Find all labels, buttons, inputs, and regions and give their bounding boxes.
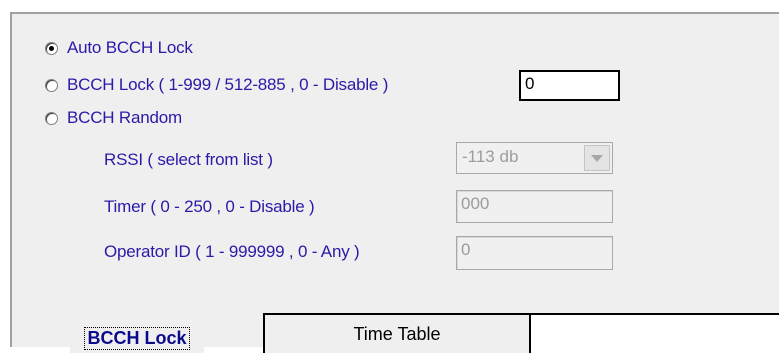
settings-panel [10,12,779,347]
tab-time-table[interactable]: Time Table [263,313,531,353]
tab-bcch-lock-label: BCCH Lock [84,326,190,350]
option-bcch-random[interactable]: BCCH Random [45,108,182,128]
rssi-label: RSSI ( select from list ) [104,150,273,169]
radio-bcch-random[interactable] [45,111,58,125]
rssi-selected-value: -113 db [462,147,519,166]
option-auto-bcch-lock-label: Auto BCCH Lock [67,38,193,57]
radio-bcch-lock[interactable] [45,78,58,92]
bcch-lock-input[interactable]: 0 [519,70,620,101]
option-bcch-random-label: BCCH Random [67,108,182,127]
chevron-down-icon[interactable] [584,145,610,171]
rssi-select[interactable]: -113 db [456,142,613,174]
timer-input[interactable]: 000 [456,190,613,223]
tab-strip-line [531,313,779,347]
operator-id-input[interactable]: 0 [456,236,613,270]
tab-time-table-label: Time Table [353,323,441,344]
tab-bcch-lock[interactable]: BCCH Lock [70,323,204,353]
option-bcch-lock[interactable]: BCCH Lock ( 1-999 / 512-885 , 0 - Disabl… [45,75,388,95]
radio-auto-bcch-lock[interactable] [45,41,58,55]
timer-label: Timer ( 0 - 250 , 0 - Disable ) [104,197,315,216]
option-auto-bcch-lock[interactable]: Auto BCCH Lock [45,38,193,58]
option-bcch-lock-label: BCCH Lock ( 1-999 / 512-885 , 0 - Disabl… [67,75,389,94]
operator-id-label: Operator ID ( 1 - 999999 , 0 - Any ) [104,242,360,261]
